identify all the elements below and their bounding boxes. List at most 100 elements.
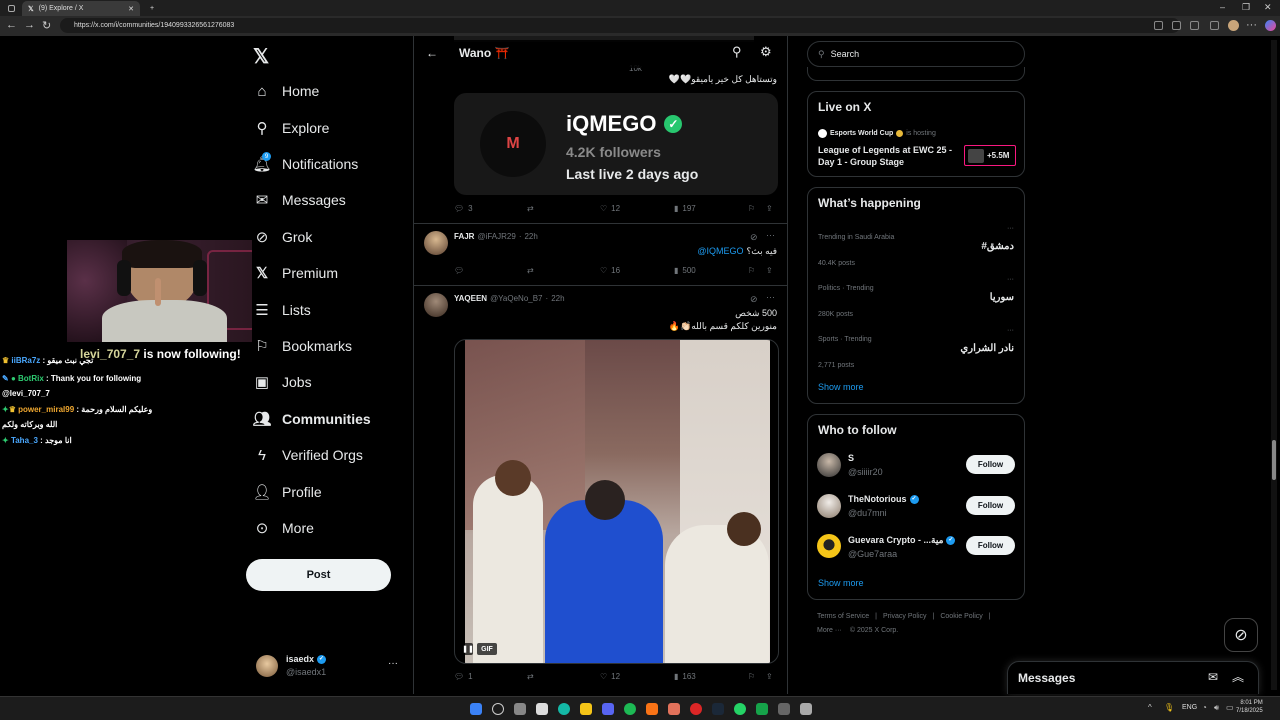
trend-name[interactable]: نادر الشراري bbox=[960, 338, 1014, 356]
author-name[interactable]: FAJR bbox=[454, 232, 474, 241]
author-name[interactable]: YAQEEN bbox=[454, 294, 487, 303]
obs-icon[interactable] bbox=[800, 703, 812, 715]
microphone-icon[interactable]: 🎙︎ bbox=[1164, 703, 1174, 712]
like-button[interactable]: ♡ 16 bbox=[600, 266, 620, 275]
more-icon[interactable]: ··· bbox=[1007, 225, 1014, 232]
favorites-icon[interactable] bbox=[1210, 21, 1219, 30]
task-view-icon[interactable] bbox=[514, 703, 526, 715]
retweet-button[interactable]: ⇄ bbox=[527, 672, 534, 681]
close-window-button[interactable]: ✕ bbox=[1264, 2, 1272, 13]
app-icon[interactable] bbox=[668, 703, 680, 715]
close-tab-icon[interactable]: ✕ bbox=[128, 5, 134, 13]
spotify-icon[interactable] bbox=[624, 703, 636, 715]
pause-icon[interactable]: ❚❚ bbox=[462, 643, 474, 655]
account-switcher[interactable]: isaedx ✓ @isaedx1 ··· bbox=[256, 654, 406, 682]
user-name[interactable]: TheNotorious bbox=[848, 494, 907, 504]
scrollbar-track[interactable] bbox=[1271, 40, 1277, 690]
views-button[interactable]: ▮ 500 bbox=[674, 266, 696, 275]
sidebar-item-explore[interactable]: ⚲ Explore bbox=[254, 114, 330, 142]
avatar[interactable] bbox=[424, 293, 448, 317]
more-link[interactable]: More ··· bbox=[817, 627, 842, 634]
forward-arrow-icon[interactable]: → bbox=[24, 19, 35, 31]
author-handle[interactable]: @YaQeNo_B7 bbox=[490, 294, 542, 303]
folder-icon[interactable] bbox=[580, 703, 592, 715]
user-name[interactable]: Guevara Crypto - ...مية bbox=[848, 535, 943, 546]
copilot-icon[interactable] bbox=[1265, 20, 1276, 31]
author-handle[interactable]: @iFAJR29 bbox=[477, 232, 515, 241]
grok-floating-button[interactable]: ⊘ bbox=[1224, 618, 1258, 652]
reply-button[interactable]: 💬︎ 1 bbox=[454, 672, 473, 681]
grok-icon[interactable]: ⊘ bbox=[750, 232, 758, 243]
show-more-link[interactable]: Show more bbox=[818, 578, 864, 588]
terms-link[interactable]: Terms of Service bbox=[817, 613, 869, 620]
gear-icon[interactable]: ⚙ bbox=[760, 44, 772, 60]
follow-button[interactable]: Follow bbox=[966, 455, 1015, 474]
whatsapp-icon[interactable] bbox=[734, 703, 746, 715]
tweet-time[interactable]: 22h bbox=[524, 232, 537, 241]
mention-link[interactable]: @IQMEGO bbox=[697, 246, 743, 257]
trend-name[interactable]: #دمشق bbox=[981, 236, 1014, 254]
chrome-icon[interactable] bbox=[690, 703, 702, 715]
live-event-title[interactable]: League of Legends at EWC 25 - Day 1 - Gr… bbox=[818, 145, 958, 168]
gif-media[interactable]: ❚❚ GIF bbox=[454, 339, 779, 664]
profile-avatar-icon[interactable] bbox=[1228, 20, 1239, 31]
store-icon[interactable] bbox=[536, 703, 548, 715]
sidebar-item-premium[interactable]: 𝕏 Premium bbox=[254, 259, 338, 287]
sidebar-item-more[interactable]: ⊙ More bbox=[254, 514, 314, 542]
back-arrow-icon[interactable]: ← bbox=[6, 19, 17, 31]
retweet-button[interactable]: ⇄ bbox=[527, 204, 534, 213]
search-icon[interactable] bbox=[492, 703, 504, 715]
grok-icon[interactable]: ⊘ bbox=[750, 294, 758, 305]
app-icon[interactable] bbox=[646, 703, 658, 715]
trend-name[interactable]: سوريا bbox=[990, 287, 1014, 305]
reply-button[interactable]: 💬︎ bbox=[454, 266, 464, 275]
steam-icon[interactable] bbox=[712, 703, 724, 715]
follow-button[interactable]: Follow bbox=[966, 496, 1015, 515]
reply-button[interactable]: 💬︎ 3 bbox=[454, 204, 473, 213]
bookmark-button[interactable]: ⚐ bbox=[748, 672, 755, 681]
share-button[interactable]: ⇪ bbox=[766, 672, 773, 681]
minimize-button[interactable]: – bbox=[1220, 2, 1225, 12]
language-indicator[interactable]: ENG bbox=[1182, 704, 1197, 711]
like-button[interactable]: ♡ 12 bbox=[600, 672, 620, 681]
speaker-icon[interactable]: 🔊︎ bbox=[1214, 703, 1219, 713]
search-input[interactable]: ⚲ Search bbox=[807, 41, 1025, 67]
more-icon[interactable]: ··· bbox=[1007, 327, 1014, 334]
cookie-link[interactable]: Cookie Policy bbox=[940, 613, 982, 620]
avatar[interactable] bbox=[817, 534, 841, 558]
browser-tab-1[interactable] bbox=[2, 1, 21, 16]
scrollbar-thumb[interactable] bbox=[1272, 440, 1276, 480]
sidebar-item-profile[interactable]: 👤︎ Profile bbox=[252, 478, 321, 506]
follow-button[interactable]: Follow bbox=[966, 536, 1015, 555]
x-logo-icon[interactable]: 𝕏 bbox=[253, 44, 269, 69]
xbox-icon[interactable] bbox=[756, 703, 768, 715]
sidebar-item-notifications[interactable]: 🔔︎ 9 Notifications bbox=[252, 150, 358, 178]
views-button[interactable]: ▮ 163 bbox=[674, 672, 696, 681]
back-arrow-icon[interactable]: ← bbox=[426, 46, 438, 60]
sidebar-item-grok[interactable]: ⊘ Grok bbox=[254, 223, 313, 251]
battery-icon[interactable]: ▭ bbox=[1226, 703, 1234, 712]
extension-icon[interactable] bbox=[1190, 21, 1199, 30]
url-field[interactable]: https://x.com/i/communities/194099332656… bbox=[60, 18, 1180, 33]
share-button[interactable]: ⇪ bbox=[766, 204, 773, 213]
bookmark-button[interactable]: ⚐ bbox=[748, 204, 755, 213]
maximize-button[interactable]: ❐ bbox=[1242, 2, 1250, 13]
privacy-link[interactable]: Privacy Policy bbox=[883, 613, 927, 620]
wifi-icon[interactable]: ◔ bbox=[1202, 703, 1207, 712]
more-icon[interactable]: ··· bbox=[1007, 276, 1014, 283]
chevron-up-icon[interactable]: ^ bbox=[1148, 703, 1152, 712]
more-icon[interactable]: ··· bbox=[766, 230, 775, 240]
views-button[interactable]: ▮ 197 bbox=[674, 204, 696, 213]
browser-tab-active[interactable]: 𝕏 (9) Explore / X ✕ bbox=[22, 1, 140, 16]
chevron-up-icon[interactable]: ︽ bbox=[1232, 668, 1244, 685]
sidebar-item-verified-orgs[interactable]: ϟ Verified Orgs bbox=[254, 441, 363, 469]
like-button[interactable]: ♡ 12 bbox=[600, 204, 620, 213]
new-message-icon[interactable]: ✉ bbox=[1208, 670, 1218, 684]
share-button[interactable]: ⇪ bbox=[766, 266, 773, 275]
clock[interactable]: 8:01 PM 7/18/2025 bbox=[1236, 700, 1263, 716]
retweet-button[interactable]: ⇄ bbox=[527, 266, 534, 275]
avatar[interactable] bbox=[817, 494, 841, 518]
avatar[interactable] bbox=[424, 231, 448, 255]
show-more-link[interactable]: Show more bbox=[818, 382, 864, 392]
sidebar-item-home[interactable]: ⌂ Home bbox=[254, 77, 319, 105]
